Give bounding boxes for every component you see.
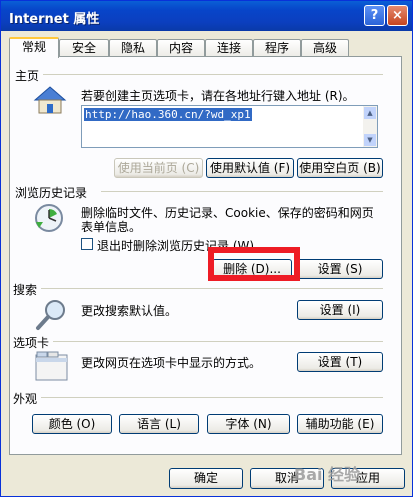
history-description-line2: 表单信息。 [81, 220, 142, 234]
tab-security[interactable]: 安全 [59, 39, 109, 57]
scroll-down-icon[interactable]: ▼ [364, 134, 376, 146]
search-description: 更改搜索默认值。 [81, 304, 178, 318]
window-title: Internet 属性 [9, 12, 100, 27]
internet-properties-window: Internet 属性 ? × 常规 安全 隐私 内容 连接 程序 高级 主页 … [0, 0, 413, 497]
appearance-group-divider [41, 397, 383, 398]
title-bar[interactable]: Internet 属性 ? × [1, 1, 412, 31]
tabs-group-divider [53, 341, 383, 342]
help-button[interactable]: ? [364, 5, 385, 26]
fonts-button[interactable]: 字体 (N) [207, 414, 290, 434]
home-page-url-value: http://hao.360.cn/?wd_xp1 [84, 108, 252, 121]
use-default-button[interactable]: 使用默认值 (F) [206, 158, 294, 178]
appearance-group-label: 外观 [13, 392, 38, 406]
home-house-icon [33, 86, 67, 114]
scroll-up-icon[interactable]: ▲ [364, 107, 376, 119]
history-clock-icon [35, 204, 63, 232]
search-magnifier-icon [36, 300, 65, 330]
baidu-watermark: Bai 经验 [294, 465, 361, 484]
tabs-group-label: 选项卡 [13, 336, 50, 350]
tab-content[interactable]: 内容 [157, 39, 205, 57]
colors-button[interactable]: 颜色 (O) [32, 414, 112, 434]
tab-general[interactable]: 常规 [9, 37, 59, 58]
home-description: 若要创建主页选项卡，请在各地址行键入地址 (R)。 [81, 89, 355, 103]
search-settings-button[interactable]: 设置 (I) [297, 300, 383, 320]
accessibility-button[interactable]: 辅助功能 (E) [297, 414, 383, 434]
tab-advanced[interactable]: 高级 [301, 39, 349, 57]
home-group-divider [43, 74, 383, 75]
use-blank-button[interactable]: 使用空白页 (B) [297, 158, 383, 178]
tabs-description: 更改网页在选项卡中显示的方式。 [81, 356, 262, 370]
tabbed-window-icon [35, 351, 68, 381]
search-group-divider [41, 288, 383, 289]
history-settings-button[interactable]: 设置 (S) [297, 259, 383, 279]
tab-privacy[interactable]: 隐私 [109, 39, 157, 57]
home-group-label: 主页 [15, 69, 40, 83]
ok-button[interactable]: 确定 [169, 468, 243, 489]
highlight-box [208, 247, 300, 281]
tab-connections[interactable]: 连接 [205, 39, 253, 57]
delete-on-exit-checkbox[interactable] [81, 238, 93, 250]
close-button[interactable]: × [387, 5, 408, 26]
history-group-label: 浏览历史记录 [15, 186, 88, 200]
search-group-label: 搜索 [13, 283, 38, 297]
history-group-divider [101, 191, 383, 192]
tabs-settings-button[interactable]: 设置 (T) [297, 352, 383, 372]
use-current-button[interactable]: 使用当前页 (C) [114, 158, 203, 178]
home-page-url-input[interactable]: http://hao.360.cn/?wd_xp1 ▲ ▼ [81, 105, 378, 148]
url-scrollbar[interactable]: ▲ ▼ [363, 106, 377, 147]
tab-programs[interactable]: 程序 [253, 39, 301, 57]
languages-button[interactable]: 语言 (L) [119, 414, 199, 434]
